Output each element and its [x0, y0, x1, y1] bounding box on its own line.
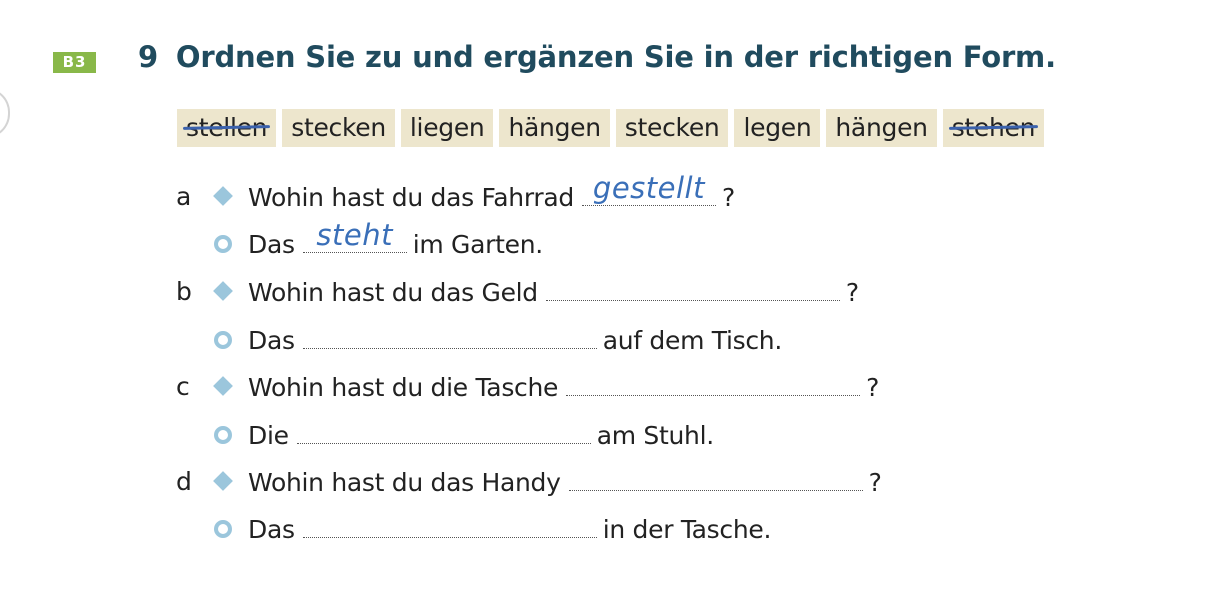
response-sentence: Das in der Tasche. — [248, 509, 771, 550]
item-c-response: Die am Stuhl. — [0, 415, 1210, 455]
item-letter: c — [176, 372, 190, 401]
response-start: Das — [248, 230, 295, 259]
handwritten-answer: steht — [316, 218, 393, 252]
question-sentence: Wohin hast du das Handy ? — [248, 462, 882, 503]
ring-icon — [214, 426, 232, 444]
question-sentence: Wohin hast du die Tasche ? — [248, 367, 879, 408]
question-sentence: Wohin hast du das Geld ? — [248, 272, 859, 313]
item-d-response: Das in der Tasche. — [0, 509, 1210, 549]
ring-icon — [214, 235, 232, 253]
item-c-question: c Wohin hast du die Tasche ? — [0, 367, 1210, 407]
diamond-icon — [213, 186, 233, 206]
response-start: Die — [248, 421, 289, 450]
word-box-item: legen — [734, 109, 821, 147]
item-b-response: Das auf dem Tisch. — [0, 320, 1210, 360]
diamond-icon — [213, 281, 233, 301]
response-sentence: Das steht im Garten. — [248, 218, 544, 265]
question-text: Wohin hast du das Handy — [248, 468, 561, 497]
question-text: Wohin hast du das Geld — [248, 278, 538, 307]
response-sentence: Das auf dem Tisch. — [248, 320, 782, 361]
word-box-item: stecken — [615, 109, 729, 147]
response-sentence: Die am Stuhl. — [248, 415, 714, 456]
item-letter: b — [176, 277, 192, 306]
response-start: Das — [248, 326, 295, 355]
question-text: Wohin hast du das Fahrrad — [248, 183, 574, 212]
answer-blank[interactable] — [302, 509, 597, 538]
answer-blank[interactable]: steht — [302, 218, 407, 253]
item-a-response: Das steht im Garten. — [0, 218, 1210, 265]
section-badge: B3 — [53, 52, 96, 73]
response-end: auf dem Tisch. — [602, 326, 783, 355]
exercise-number: 9 — [138, 40, 158, 74]
exercise-title-row: 9 Ordnen Sie zu und ergänzen Sie in der … — [138, 40, 1056, 74]
word-box-item: liegen — [400, 109, 494, 147]
answer-blank[interactable] — [566, 367, 861, 396]
response-end: am Stuhl. — [596, 421, 714, 450]
diamond-icon — [213, 376, 233, 396]
word-box-item: stehen — [942, 109, 1045, 147]
word-box-item: hängen — [826, 109, 937, 147]
question-mark: ? — [868, 468, 882, 497]
ring-icon — [214, 520, 232, 538]
answer-blank[interactable] — [545, 272, 840, 301]
answer-blank[interactable]: gestellt — [581, 171, 716, 206]
page-margin-curve — [0, 88, 10, 138]
response-end: im Garten. — [412, 230, 544, 259]
diamond-icon — [213, 471, 233, 491]
item-letter: d — [176, 467, 192, 496]
word-box: stellen stecken liegen hängen stecken le… — [177, 109, 1045, 147]
question-mark: ? — [845, 278, 859, 307]
item-b-question: b Wohin hast du das Geld ? — [0, 272, 1210, 312]
item-a-question: a Wohin hast du das Fahrrad gestellt ? — [0, 171, 1210, 218]
answer-blank[interactable] — [296, 415, 591, 444]
handwritten-answer: gestellt — [592, 171, 705, 205]
word-box-item: stellen — [177, 109, 277, 147]
answer-blank[interactable] — [302, 320, 597, 349]
question-mark: ? — [721, 183, 735, 212]
item-d-question: d Wohin hast du das Handy ? — [0, 462, 1210, 502]
word-box-item: hängen — [499, 109, 610, 147]
question-mark: ? — [866, 373, 880, 402]
ring-icon — [214, 331, 232, 349]
word-box-item: stecken — [282, 109, 395, 147]
response-end: in der Tasche. — [602, 515, 772, 544]
question-sentence: Wohin hast du das Fahrrad gestellt ? — [248, 171, 735, 218]
question-text: Wohin hast du die Tasche — [248, 373, 559, 402]
exercise-title: Ordnen Sie zu und ergänzen Sie in der ri… — [175, 40, 1056, 74]
response-start: Das — [248, 515, 295, 544]
item-letter: a — [176, 182, 192, 211]
answer-blank[interactable] — [568, 462, 863, 491]
